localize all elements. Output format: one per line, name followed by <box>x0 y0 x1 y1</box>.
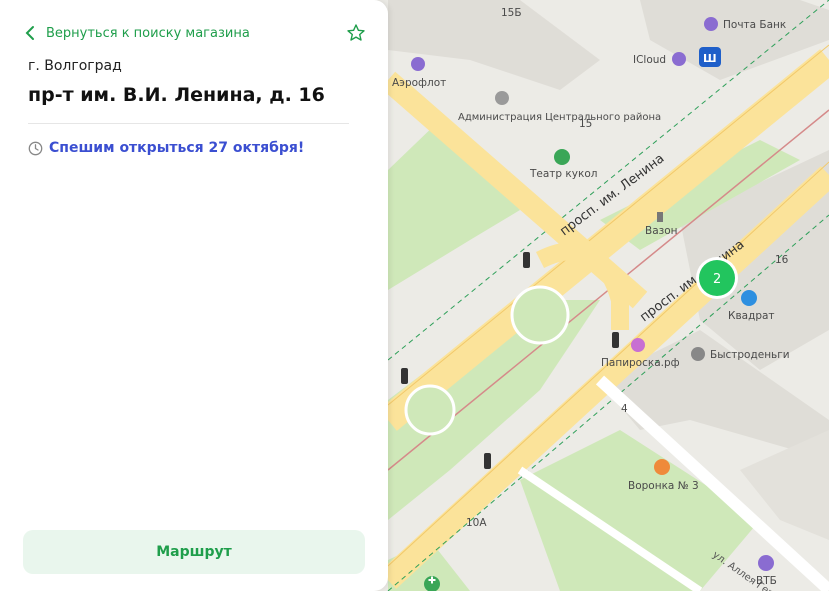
route-button[interactable]: Маршрут <box>23 530 365 574</box>
back-to-store-search-link[interactable]: Вернуться к поиску магазина <box>24 24 250 42</box>
opening-status: Спешим открыться 27 октября! <box>28 140 304 156</box>
roundabout-island <box>404 384 456 436</box>
traffic-light-icon <box>612 332 619 348</box>
back-link-label: Вернуться к поиску магазина <box>46 25 250 41</box>
svg-text:Квадрат: Квадрат <box>728 310 775 322</box>
shop-basket-icon <box>741 290 757 306</box>
traffic-light-icon <box>484 453 491 469</box>
favorite-star-icon[interactable] <box>346 23 366 43</box>
building-number: 4 <box>621 403 628 415</box>
store-cluster-marker[interactable]: 2 <box>696 257 738 299</box>
svg-text:Воронка № 3: Воронка № 3 <box>628 480 699 492</box>
svg-text:2: 2 <box>713 272 721 287</box>
store-info-panel: Вернуться к поиску магазина г. Волгоград… <box>0 0 388 591</box>
svg-text:Папироска.рф: Папироска.рф <box>601 357 680 369</box>
chevron-left-icon <box>25 26 34 40</box>
svg-text:Почта Банк: Почта Банк <box>723 19 786 31</box>
bank-icon <box>758 555 774 571</box>
divider <box>28 123 349 124</box>
store-address: пр-т им. В.И. Ленина, д. 16 <box>28 84 325 106</box>
svg-text:Аэрофлот: Аэрофлот <box>392 77 446 89</box>
metro-icon[interactable]: Ш <box>699 47 721 67</box>
finance-icon <box>691 347 705 361</box>
traffic-light-icon <box>523 252 530 268</box>
svg-text:Ш: Ш <box>703 52 717 65</box>
svg-text:Администрация Центрального рай: Администрация Центрального района <box>458 112 661 123</box>
airline-icon <box>411 57 425 71</box>
svg-text:ICloud: ICloud <box>633 54 666 66</box>
roundabout-island <box>510 285 570 345</box>
monument-icon <box>657 212 663 222</box>
theater-icon <box>554 149 570 165</box>
shop-icon <box>631 338 645 352</box>
svg-text:Быстроденьги: Быстроденьги <box>710 349 790 361</box>
government-icon <box>495 91 509 105</box>
building-number: 15Б <box>501 7 522 19</box>
store-city: г. Волгоград <box>28 58 122 74</box>
svg-text:Театр кукол: Театр кукол <box>529 168 597 180</box>
svg-text:ВТБ: ВТБ <box>756 575 777 587</box>
phone-shop-icon <box>672 52 686 66</box>
clock-icon <box>28 141 43 155</box>
traffic-light-icon <box>401 368 408 384</box>
building-number: 16 <box>775 254 789 266</box>
opening-status-text: Спешим открыться 27 октября! <box>49 140 305 156</box>
building-number: 10А <box>466 517 487 529</box>
bank-icon <box>704 17 718 31</box>
svg-text:Вазон: Вазон <box>645 225 678 237</box>
cafe-icon <box>654 459 670 475</box>
poi-icloud[interactable]: ICloud <box>633 52 686 66</box>
